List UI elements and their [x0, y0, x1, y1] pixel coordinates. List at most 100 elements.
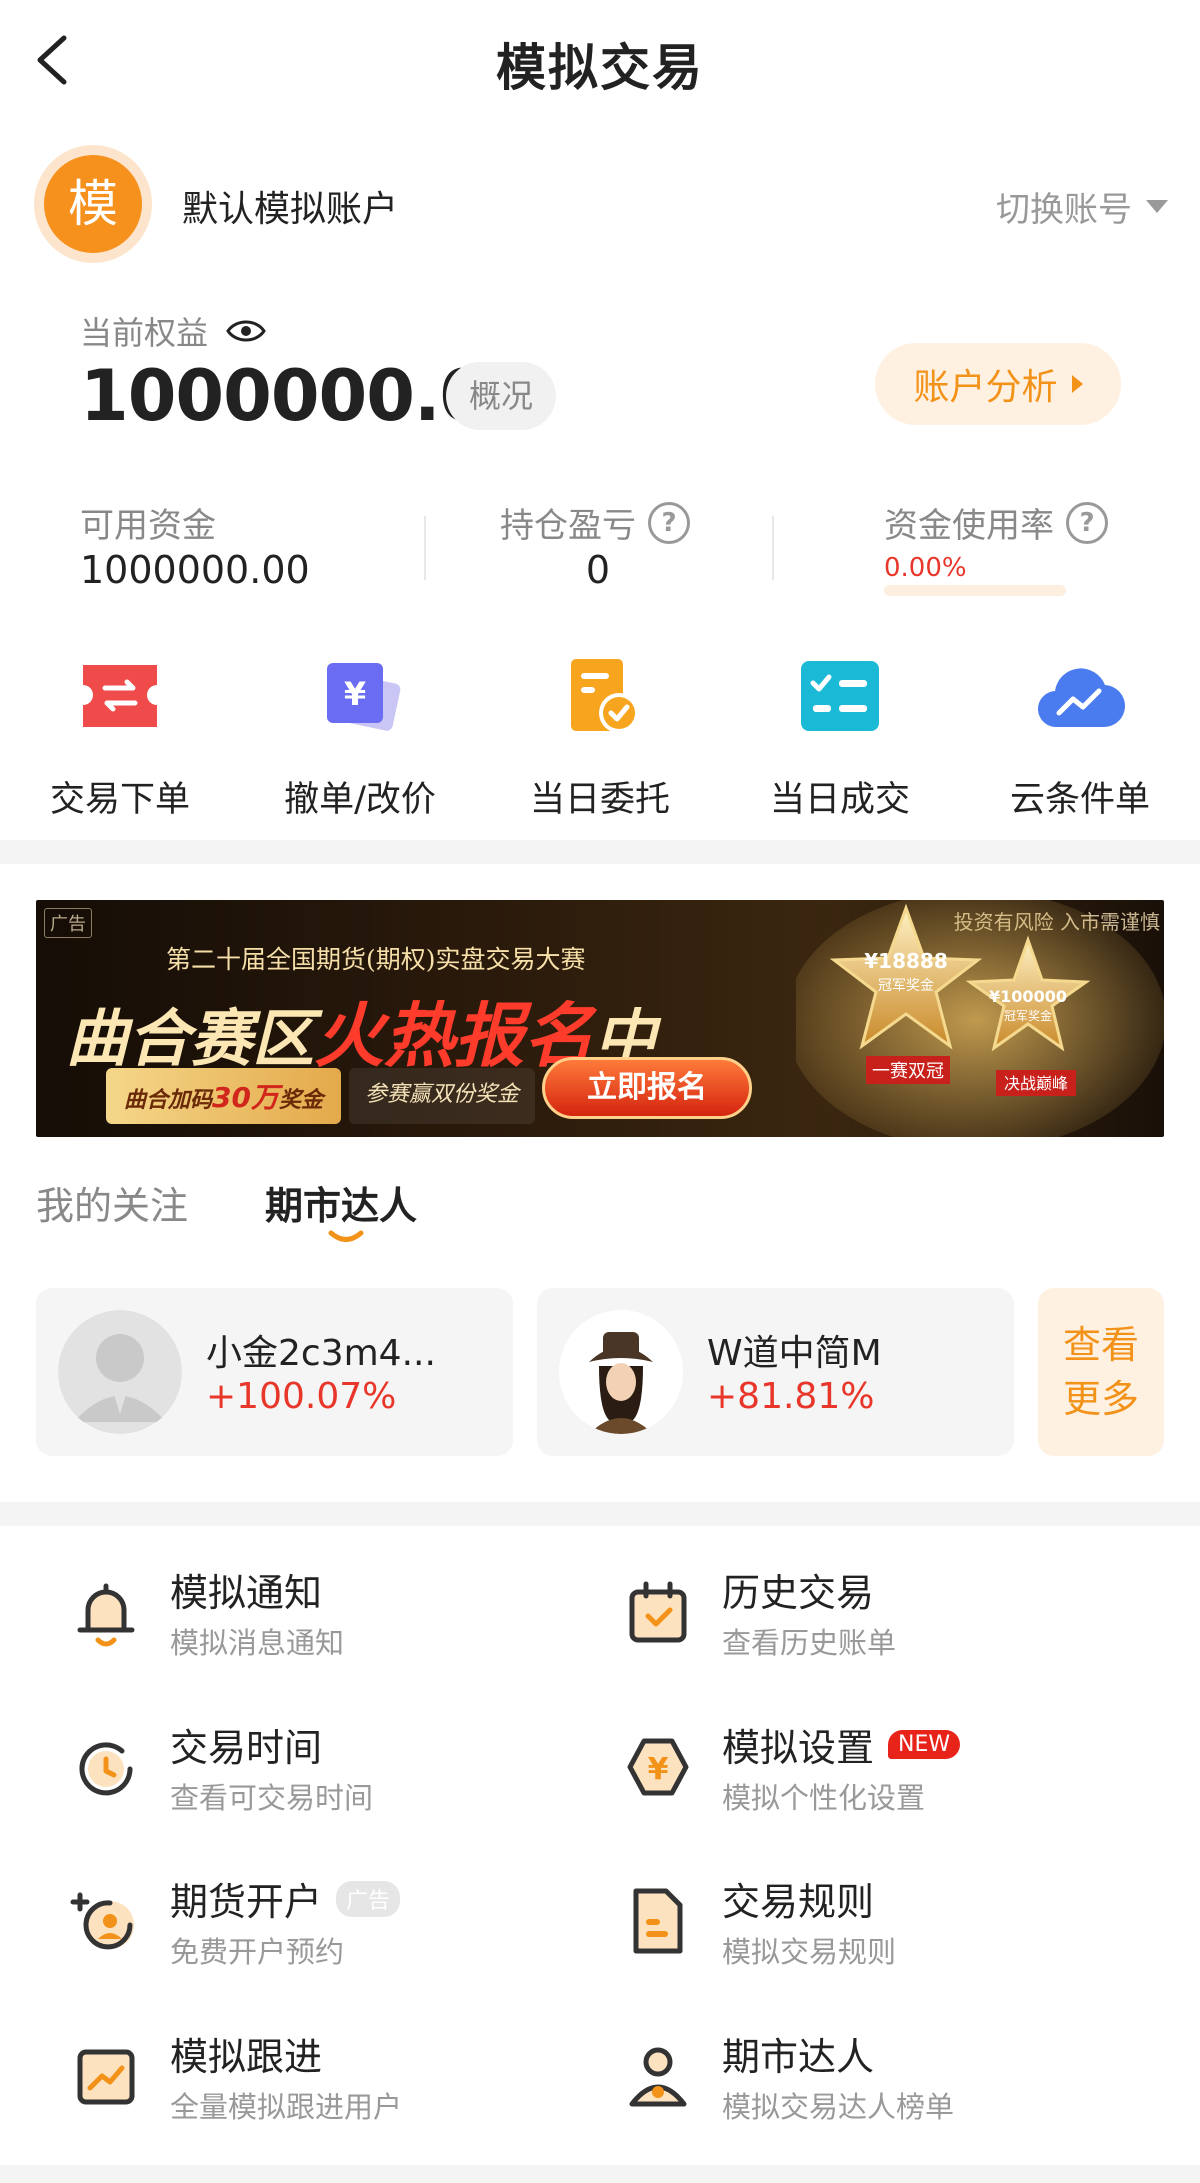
- quick-action-label: 撤单/改价: [284, 780, 436, 820]
- stat-divider: [772, 516, 774, 580]
- exchange-ticket-icon: [83, 665, 157, 727]
- quick-action-cloud-conditional[interactable]: 云条件单: [980, 655, 1180, 822]
- checklist-icon: [801, 661, 879, 731]
- menu-subtitle: 模拟交易规则: [722, 1935, 897, 1969]
- menu-title: 期货开户 广告: [170, 1871, 401, 1926]
- menu-subtitle: 查看可交易时间: [170, 1781, 374, 1815]
- expert-avatar: [58, 1310, 182, 1434]
- overview-button[interactable]: 概况: [446, 362, 556, 430]
- prize2-label: 冠军奖金: [1004, 1008, 1052, 1023]
- page-title: 模拟交易: [496, 39, 704, 97]
- help-icon[interactable]: ?: [648, 501, 690, 544]
- section-divider: [0, 1502, 1200, 1526]
- yuan-card-icon: ¥: [327, 663, 401, 731]
- expert-card[interactable]: W道中简M +81.81%: [537, 1288, 1014, 1456]
- switch-account-label: 切换账号: [996, 190, 1132, 230]
- expert-user-icon: [629, 2047, 687, 2107]
- menu-subtitle: 模拟交易达人榜单: [722, 2090, 955, 2124]
- menu-trading-hours[interactable]: 交易时间 查看可交易时间: [36, 1707, 576, 1827]
- menu-futures-account-opening[interactable]: 期货开户 广告 免费开户预约: [36, 1861, 576, 1981]
- quick-action-label: 当日委托: [529, 780, 670, 820]
- quick-action-cancel-modify[interactable]: ¥ 撤单/改价: [260, 655, 460, 822]
- help-icon[interactable]: ?: [1066, 501, 1108, 544]
- view-more-line2: 更多: [1062, 1377, 1139, 1421]
- signup-button[interactable]: 立即报名: [542, 1057, 752, 1119]
- account-avatar: 模: [44, 155, 142, 253]
- menu-subtitle: 查看历史账单: [722, 1626, 897, 1660]
- quick-action-today-orders[interactable]: 当日委托: [500, 655, 700, 822]
- menu-title: 交易规则: [722, 1871, 874, 1926]
- menu-title: 模拟通知: [170, 1562, 322, 1617]
- rules-document-icon: [633, 1888, 683, 1954]
- fund-usage-label: 资金使用率: [884, 506, 1054, 546]
- view-more-button[interactable]: 查看 更多: [1038, 1288, 1164, 1456]
- ad-badge: 广告: [336, 1880, 401, 1917]
- menu-title: 模拟设置 NEW: [722, 1717, 961, 1772]
- menu-title: 交易时间: [170, 1717, 322, 1772]
- menu-history-trades[interactable]: 历史交易 查看历史账单: [588, 1552, 1128, 1672]
- menu-sim-settings[interactable]: ¥ 模拟设置 NEW 模拟个性化设置: [588, 1707, 1128, 1827]
- menu-title-text: 历史交易: [722, 1571, 875, 1615]
- menu-title-text: 模拟设置: [722, 1726, 875, 1770]
- new-badge: NEW: [888, 1730, 961, 1759]
- account-analysis-button[interactable]: 账户分析: [875, 343, 1121, 425]
- menu-title-text: 交易规则: [722, 1880, 875, 1924]
- menu-title-text: 期货开户: [170, 1880, 323, 1924]
- quick-action-today-deals[interactable]: 当日成交: [740, 655, 940, 822]
- yuan-hexagon-icon: ¥: [627, 1738, 689, 1796]
- ad-tag: 广告: [44, 908, 92, 938]
- equity-label: 当前权益: [80, 314, 209, 352]
- bonus-suffix: 奖金: [278, 1088, 323, 1113]
- fund-usage-value: 0.00%: [884, 553, 967, 583]
- expert-card[interactable]: 小金2c3m4... +100.07%: [36, 1288, 513, 1456]
- menu-subtitle: 免费开户预约: [170, 1935, 345, 1969]
- eye-icon[interactable]: [226, 318, 266, 344]
- menu-sim-follow[interactable]: 模拟跟进 全量模拟跟进用户: [36, 2016, 576, 2136]
- quick-action-label: 当日成交: [769, 780, 910, 820]
- expert-return: +81.81%: [707, 1376, 875, 1417]
- menu-market-experts[interactable]: 期市达人 模拟交易达人榜单: [588, 2016, 1128, 2136]
- caret-down-icon: [1146, 200, 1168, 213]
- expert-avatar: [559, 1310, 683, 1434]
- menu-sim-notification[interactable]: 模拟通知 模拟消息通知: [36, 1552, 576, 1672]
- expert-name: 小金2c3m4...: [206, 1333, 436, 1374]
- cloud-trend-icon: [1037, 668, 1125, 728]
- bell-icon: [77, 1583, 135, 1647]
- trophy-stars-icon: ¥18888 冠军奖金 ¥100000 冠军奖金 一赛双冠 决战巅峰: [796, 900, 1164, 1137]
- prize1-label: 冠军奖金: [878, 977, 934, 994]
- menu-subtitle: 模拟个性化设置: [722, 1781, 926, 1815]
- menu-title-text: 模拟跟进: [170, 2035, 323, 2079]
- competition-banner[interactable]: 广告 投资有风险 入市需谨慎 第二十届全国期货(期权)实盘交易大赛 曲合赛区 火…: [36, 900, 1164, 1137]
- menu-subtitle: 模拟消息通知: [170, 1626, 345, 1660]
- bonus-amount: 30万: [212, 1081, 279, 1114]
- quick-action-label: 交易下单: [49, 780, 190, 820]
- available-funds-label: 可用资金: [80, 506, 216, 546]
- expert-return: +100.07%: [206, 1376, 397, 1417]
- svg-text:¥: ¥: [344, 675, 366, 713]
- position-pnl-label: 持仓盈亏: [500, 506, 636, 546]
- menu-title: 期市达人: [722, 2026, 874, 2081]
- add-user-icon: [70, 1892, 134, 1950]
- menu-title-text: 交易时间: [170, 1726, 323, 1770]
- equity-label-row: 当前权益: [80, 308, 266, 354]
- competition-name: 第二十届全国期货(期权)实盘交易大赛: [166, 945, 586, 974]
- bonus-prefix: 曲合加码: [124, 1088, 213, 1113]
- document-check-icon: [571, 659, 639, 733]
- trend-chart-icon: [77, 2049, 135, 2105]
- ribbon1-text: 一赛双冠: [872, 1061, 944, 1082]
- view-more-line1: 查看: [1062, 1323, 1139, 1367]
- fund-usage-label-row: 资金使用率 ?: [884, 498, 1108, 547]
- clock-refresh-icon: [79, 1742, 133, 1796]
- account-analysis-label: 账户分析: [913, 367, 1058, 408]
- quick-action-place-order[interactable]: 交易下单: [20, 655, 220, 822]
- tab-my-follow[interactable]: 我的关注: [36, 1175, 188, 1230]
- expert-name: W道中简M: [707, 1333, 882, 1374]
- ribbon2-text: 决战巅峰: [1004, 1074, 1068, 1093]
- tab-market-experts[interactable]: 期市达人: [265, 1175, 417, 1230]
- menu-trading-rules[interactable]: 交易规则 模拟交易规则: [588, 1861, 1128, 1981]
- banner-headline-prefix: 曲合赛区: [66, 1002, 315, 1075]
- menu-title-text: 期市达人: [722, 2035, 875, 2079]
- banner-subline: 曲合加码30万奖金 参赛赢双份奖金: [106, 1068, 536, 1124]
- switch-account-button[interactable]: 切换账号: [996, 182, 1168, 231]
- prize1-amount: ¥18888: [864, 949, 948, 973]
